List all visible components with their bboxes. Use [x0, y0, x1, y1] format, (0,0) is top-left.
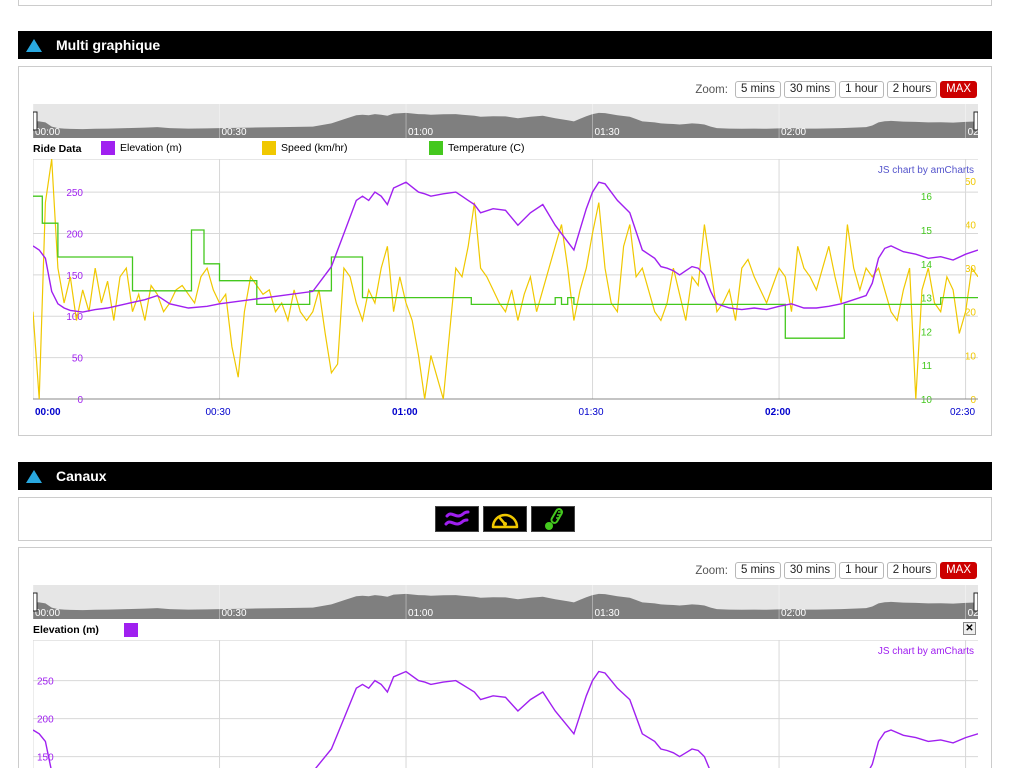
legend-swatch: [262, 141, 276, 155]
time-navigator[interactable]: 00:0000:3001:0001:3002:0002:30: [33, 585, 978, 619]
section-title: Canaux: [56, 468, 107, 484]
legend-item-temperature[interactable]: Temperature (C): [429, 141, 524, 155]
elevation-axis-tick-label: 0: [77, 395, 83, 406]
zoom-1-hour-button[interactable]: 1 hour: [839, 562, 884, 579]
time-axis-tick-label: 00:30: [206, 407, 231, 418]
speed-axis-tick-label: 10: [965, 351, 977, 362]
multi-line-chart[interactable]: 0501001502002501011121314151601020304050…: [33, 159, 978, 421]
collapse-triangle-icon[interactable]: [26, 469, 42, 483]
elevation-line-chart[interactable]: 150 200 250 JS chart by amCharts: [33, 640, 978, 768]
navigator-time-label: 02:00: [781, 608, 806, 619]
canaux-header[interactable]: Canaux: [18, 462, 992, 490]
elevation-axis-tick-label: 50: [72, 354, 84, 365]
temperature-axis-tick-label: 14: [921, 260, 933, 271]
time-axis-tick-label: 00:00: [35, 407, 61, 418]
close-icon[interactable]: ✕: [963, 622, 976, 635]
zoom-label: Zoom:: [695, 83, 728, 96]
zoom-bar: Zoom: 5 mins 30 mins 1 hour 2 hours MAX: [695, 562, 977, 579]
speed-axis-tick-label: 20: [965, 308, 977, 319]
elevation-panel: Zoom: 5 mins 30 mins 1 hour 2 hours MAX …: [18, 547, 992, 768]
legend-swatch: [124, 623, 138, 637]
zoom-label: Zoom:: [695, 564, 728, 577]
temperature-axis-tick-label: 13: [921, 294, 933, 305]
zoom-max-button[interactable]: MAX: [940, 81, 977, 98]
thermometer-icon: [545, 508, 563, 530]
temperature-axis-tick-label: 11: [922, 361, 933, 372]
legend-item-speed[interactable]: Speed (km/hr): [262, 141, 348, 155]
temperature-axis-tick-label: 16: [921, 192, 933, 203]
navigator-time-label: 01:00: [408, 608, 433, 619]
legend-swatch: [101, 141, 115, 155]
navigator-right-handle: [973, 592, 978, 612]
navigator-time-label: 02:00: [781, 127, 806, 138]
page: Multi graphique Zoom: 5 mins 30 mins 1 h…: [0, 0, 1024, 768]
legend-label: Speed (km/hr): [281, 142, 348, 154]
multi-graphique-header[interactable]: Multi graphique: [18, 31, 992, 59]
elevation-axis-tick-label: 100: [66, 312, 83, 323]
amcharts-credit: JS chart by amCharts: [878, 646, 974, 657]
zoom-30-mins-button[interactable]: 30 mins: [783, 562, 837, 579]
navigator-left-handle: [33, 592, 38, 612]
navigator-time-label: 01:00: [408, 127, 433, 138]
legend-label: Temperature (C): [448, 142, 525, 154]
navigator-time-label: 01:30: [595, 127, 620, 138]
elevation-axis-tick-label: 200: [37, 715, 54, 726]
zoom-1-hour-button[interactable]: 1 hour: [839, 81, 884, 98]
temperature-axis-tick-label: 10: [921, 395, 933, 406]
legend-label: Elevation (m): [120, 142, 182, 154]
legend-swatch: [429, 141, 443, 155]
elevation-axis-tick-label: 250: [66, 188, 83, 199]
elevation-channel-button[interactable]: [435, 506, 479, 532]
previous-panel-bottom: [18, 0, 992, 6]
speed-axis-tick-label: 0: [970, 395, 976, 406]
speed-series-line: [33, 159, 978, 400]
navigator-time-label: 00:30: [222, 127, 247, 138]
time-axis-tick-label: 01:30: [579, 407, 604, 418]
zoom-bar: Zoom: 5 mins 30 mins 1 hour 2 hours MAX: [695, 81, 977, 98]
speed-axis-tick-label: 40: [965, 220, 977, 231]
elevation-series-line: [33, 670, 978, 768]
time-axis-tick-label: 01:00: [392, 407, 418, 418]
temperature-series-line: [33, 195, 978, 339]
navigator-right-handle: [973, 111, 978, 131]
navigator-time-label: 00:30: [222, 608, 247, 619]
navigator-time-label: 01:30: [595, 608, 620, 619]
zoom-2-hours-button[interactable]: 2 hours: [886, 81, 938, 98]
elevation-legend: Elevation (m) ✕: [33, 621, 978, 639]
speedometer-icon: [491, 513, 519, 529]
collapse-triangle-icon[interactable]: [26, 38, 42, 52]
time-axis-tick-label: 02:30: [950, 407, 975, 418]
temperature-axis-tick-label: 12: [921, 327, 933, 338]
navigator-left-handle: [33, 111, 38, 131]
zoom-5-mins-button[interactable]: 5 mins: [734, 562, 781, 579]
speed-channel-button[interactable]: [483, 506, 527, 532]
zoom-5-mins-button[interactable]: 5 mins: [734, 81, 781, 98]
temperature-axis-tick-label: 15: [921, 226, 933, 237]
legend-title: Elevation (m): [33, 624, 99, 636]
navigator-time-label: 00:00: [35, 127, 60, 138]
chart-legend: Ride Data Elevation (m) Speed (km/hr) Te…: [33, 140, 978, 158]
waves-icon: [444, 510, 470, 526]
section-title: Multi graphique: [56, 37, 161, 53]
temperature-channel-button[interactable]: [531, 506, 575, 532]
legend-title: Ride Data: [33, 143, 82, 155]
speed-axis-tick-label: 50: [965, 177, 977, 188]
elevation-axis-tick-label: 150: [37, 753, 54, 764]
zoom-30-mins-button[interactable]: 30 mins: [783, 81, 837, 98]
channel-buttons-panel: [18, 497, 992, 541]
zoom-max-button[interactable]: MAX: [940, 562, 977, 579]
navigator-time-label: 00:00: [35, 608, 60, 619]
elevation-axis-tick-label: 250: [37, 677, 54, 688]
multi-graphique-panel: Zoom: 5 mins 30 mins 1 hour 2 hours MAX …: [18, 66, 992, 436]
amcharts-credit: JS chart by amCharts: [878, 165, 974, 176]
legend-item-elevation[interactable]: Elevation (m): [101, 141, 182, 155]
time-axis-tick-label: 02:00: [765, 407, 791, 418]
zoom-2-hours-button[interactable]: 2 hours: [886, 562, 938, 579]
elevation-axis-tick-label: 200: [66, 229, 83, 240]
time-navigator[interactable]: 00:0000:3001:0001:3002:0002:30: [33, 104, 978, 138]
